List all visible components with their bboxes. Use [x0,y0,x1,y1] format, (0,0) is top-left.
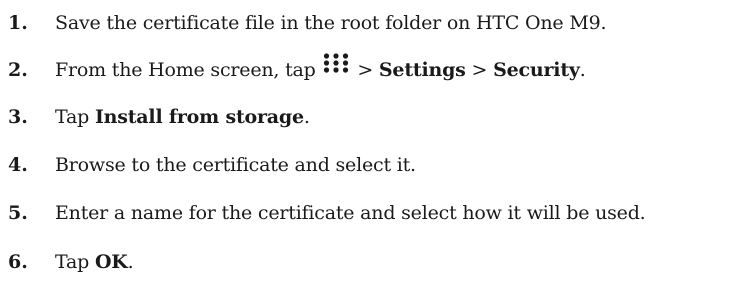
step-number: 5. [8,202,28,224]
step-text-lead: Tap [55,251,90,273]
step-text: Tap OK. [55,247,134,277]
step-text-end: . [303,106,310,128]
breadcrumb-separator: > [357,58,374,81]
apps-grid-icon [323,52,349,82]
step-text-lead: Tap [55,106,90,128]
step-number: 6. [8,251,28,273]
step-text: Save the certificate file in the root fo… [55,12,607,34]
step-text-end: . [127,251,134,273]
step-text: From the Home screen, tap > Settings > S… [55,52,586,86]
settings-label: Settings [378,58,466,81]
step-number: 2. [8,59,28,81]
step-number: 3. [8,106,28,128]
step-2: 2. From the Home screen, tap > Settings … [0,52,750,86]
step-number: 1. [8,12,28,34]
step-text-end: . [579,58,586,81]
step-number: 4. [8,154,28,176]
step-text: Enter a name for the certificate and sel… [55,202,646,224]
step-text: Browse to the certificate and select it. [55,154,416,176]
step-text-lead: From the Home screen, tap [55,58,316,81]
step-1: 1. Save the certificate file in the root… [0,8,750,38]
install-from-storage-label: Install from storage [94,106,304,128]
step-4: 4. Browse to the certificate and select … [0,150,750,180]
step-6: 6. Tap OK. [0,247,750,277]
security-label: Security [493,58,580,81]
step-3: 3. Tap Install from storage. [0,102,750,132]
breadcrumb-separator: > [471,58,488,81]
ok-label: OK [94,251,128,273]
step-text: Tap Install from storage. [55,102,310,132]
step-5: 5. Enter a name for the certificate and … [0,198,750,228]
